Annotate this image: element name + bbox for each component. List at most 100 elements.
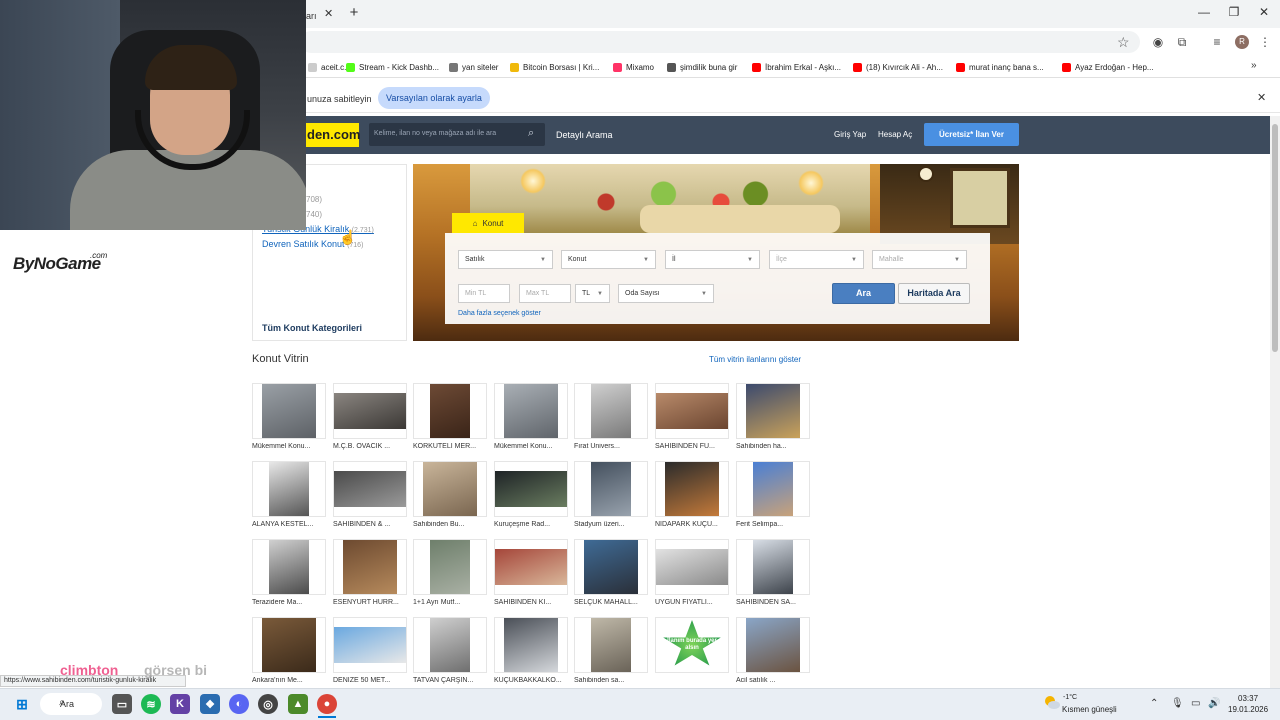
login-link[interactable]: Giriş Yap [834, 130, 866, 139]
listing-card[interactable]: Mükemmel Konu... [252, 383, 326, 453]
extensions-puzzle-icon[interactable]: ⧉ [1175, 35, 1189, 49]
listing-caption[interactable]: Sahibinden ha... [736, 443, 810, 450]
type-select[interactable]: Satılık ▼ [458, 250, 553, 269]
listing-thumbnail[interactable] [494, 383, 568, 439]
tab-konut[interactable]: ⌂ Konut [452, 213, 524, 233]
district-select[interactable]: İlçe ▼ [769, 250, 864, 269]
listing-caption[interactable]: Sahibinden sa... [574, 677, 648, 684]
bookmark-item[interactable]: İbrahim Erkal - Aşkı... [752, 61, 841, 73]
register-link[interactable]: Hesap Aç [878, 130, 912, 139]
listing-caption[interactable]: TATVAN ÇARŞIN... [413, 677, 487, 684]
neighborhood-select[interactable]: Mahalle ▼ [872, 250, 967, 269]
province-select[interactable]: İl ▼ [665, 250, 760, 269]
discord-icon[interactable]: ◐ [229, 694, 249, 714]
listing-card[interactable]: NİDAPARK KÜÇÜ... [655, 461, 729, 531]
task-view-icon[interactable]: ▭ [112, 694, 132, 714]
volume-icon[interactable]: 🔊 [1208, 698, 1220, 709]
bookmark-item[interactable]: yan siteler [449, 61, 498, 73]
listing-card[interactable]: Kuruçeşme Rad... [494, 461, 568, 531]
listing-caption[interactable]: Ankara'nın Me... [252, 677, 326, 684]
bookmark-item[interactable]: Stream - Kick Dashb... [346, 61, 439, 73]
tab-close-icon[interactable]: ✕ [324, 7, 333, 20]
listing-caption[interactable]: SELÇUK MAHALL... [574, 599, 648, 606]
listing-caption[interactable]: SAHİBİNDEN SA... [736, 599, 810, 606]
bookmark-star-icon[interactable]: ☆ [1117, 34, 1130, 51]
listing-thumbnail[interactable] [574, 617, 648, 673]
listing-thumbnail[interactable] [333, 539, 407, 595]
tray-chevron-icon[interactable]: ⌃ [1150, 698, 1158, 709]
media-control-icon[interactable]: ≡ [1210, 35, 1224, 49]
restore-icon[interactable]: ❐ [1224, 5, 1244, 23]
menu-dots-icon[interactable]: ⋮ [1258, 35, 1272, 49]
listing-caption[interactable]: UYGUN FİYATLI... [655, 599, 729, 606]
site-logo[interactable]: den.com [305, 123, 360, 147]
listing-thumbnail[interactable] [494, 539, 568, 595]
listing-thumbnail[interactable]: İlanım burada yer alsın [655, 617, 729, 673]
kick-app-icon[interactable]: K [170, 694, 190, 714]
set-default-button[interactable]: Varsayılan olarak ayarla [378, 87, 490, 109]
microphone-icon[interactable]: 🎙 [1171, 698, 1184, 709]
listing-card[interactable]: UYGUN FİYATLI... [655, 539, 729, 609]
listing-caption[interactable]: Fırat Ünivers... [574, 443, 648, 450]
search-button[interactable]: Ara [832, 283, 895, 304]
listing-card[interactable]: Mükemmel Konu... [494, 383, 568, 453]
network-icon[interactable]: ▭ [1191, 698, 1200, 709]
min-price-input[interactable]: Min TL [458, 284, 510, 303]
bookmark-item[interactable]: murat inanç bana s... [956, 61, 1044, 73]
listing-thumbnail[interactable] [655, 539, 729, 595]
game-app-icon[interactable]: ▲ [288, 694, 308, 714]
listing-card[interactable]: ESENYURT HÜRR... [333, 539, 407, 609]
bookmark-item[interactable]: (18) Kıvırcık Ali - Ah... [853, 61, 943, 73]
bookmark-item[interactable]: Ayaz Erdoğan - Hep... [1062, 61, 1154, 73]
listing-thumbnail[interactable] [413, 383, 487, 439]
listing-caption[interactable]: SAHİBİNDEN & ... [333, 521, 407, 528]
listing-caption[interactable]: M.Ç.B. OVACIK ... [333, 443, 407, 450]
listing-thumbnail[interactable] [736, 461, 810, 517]
listing-caption[interactable]: Mükemmel Konu... [494, 443, 568, 450]
search-icon[interactable]: ⌕ [528, 127, 534, 140]
listing-card[interactable]: ALANYA KESTEL... [252, 461, 326, 531]
listing-thumbnail[interactable] [252, 617, 326, 673]
listing-thumbnail[interactable] [252, 383, 326, 439]
listing-thumbnail[interactable] [333, 461, 407, 517]
more-options-link[interactable]: Daha fazla seçenek göster [458, 310, 541, 317]
listing-caption[interactable]: Sahibinden Bu... [413, 521, 487, 528]
obs-icon[interactable]: ◎ [258, 694, 278, 714]
windows-start-icon[interactable]: ⊞ [12, 694, 32, 714]
showcase-all-link[interactable]: Tüm vitrin ilanlarını göster [709, 355, 801, 364]
listing-thumbnail[interactable] [655, 383, 729, 439]
listing-thumbnail[interactable] [494, 461, 568, 517]
listing-thumbnail[interactable] [494, 617, 568, 673]
listing-card[interactable]: SAHİBİNDEN & ... [333, 461, 407, 531]
listing-card[interactable]: Stadyum üzeri... [574, 461, 648, 531]
listing-caption[interactable]: Mükemmel Konu... [252, 443, 326, 450]
bookmark-item[interactable]: aceit.c... [308, 61, 351, 73]
listing-caption[interactable]: NİDAPARK KÜÇÜ... [655, 521, 729, 528]
profile-avatar[interactable]: R [1235, 35, 1249, 49]
new-tab-icon[interactable]: + [345, 5, 363, 23]
max-price-input[interactable]: Max TL [519, 284, 571, 303]
post-ad-button[interactable]: Ücretsiz* İlan Ver [924, 123, 1019, 146]
listing-caption[interactable]: ALANYA KESTEL... [252, 521, 326, 528]
listing-thumbnail[interactable] [574, 539, 648, 595]
listing-card[interactable]: SAHİBİNDEN Kİ... [494, 539, 568, 609]
bookmark-item[interactable]: Mixamo [613, 61, 654, 73]
listing-thumbnail[interactable] [736, 383, 810, 439]
listing-card[interactable]: TATVAN ÇARŞIN... [413, 617, 487, 687]
listing-caption[interactable]: 1+1 Ayrı Mutf... [413, 599, 487, 606]
listing-thumbnail[interactable] [333, 617, 407, 673]
all-categories-link[interactable]: Tüm Konut Kategorileri [262, 323, 362, 333]
spotify-icon[interactable]: ≋ [141, 694, 161, 714]
listing-thumbnail[interactable] [413, 461, 487, 517]
listing-caption[interactable]: SAHİBİNDEN Kİ... [494, 599, 568, 606]
listing-caption[interactable]: Terazidere Ma... [252, 599, 326, 606]
category-select[interactable]: Konut ▼ [561, 250, 656, 269]
infobar-close-icon[interactable]: ✕ [1257, 91, 1266, 104]
currency-select[interactable]: TL ▼ [575, 284, 610, 303]
more-bookmarks-icon[interactable]: » [1251, 60, 1257, 71]
listing-caption[interactable]: SAHİBİNDEN FU... [655, 443, 729, 450]
listing-card[interactable]: Ferit Selimpa... [736, 461, 810, 531]
listing-thumbnail[interactable] [574, 461, 648, 517]
listing-card[interactable]: KÜÇÜKBAKKALKÖ... [494, 617, 568, 687]
listing-card[interactable]: Sahibinden ha... [736, 383, 810, 453]
